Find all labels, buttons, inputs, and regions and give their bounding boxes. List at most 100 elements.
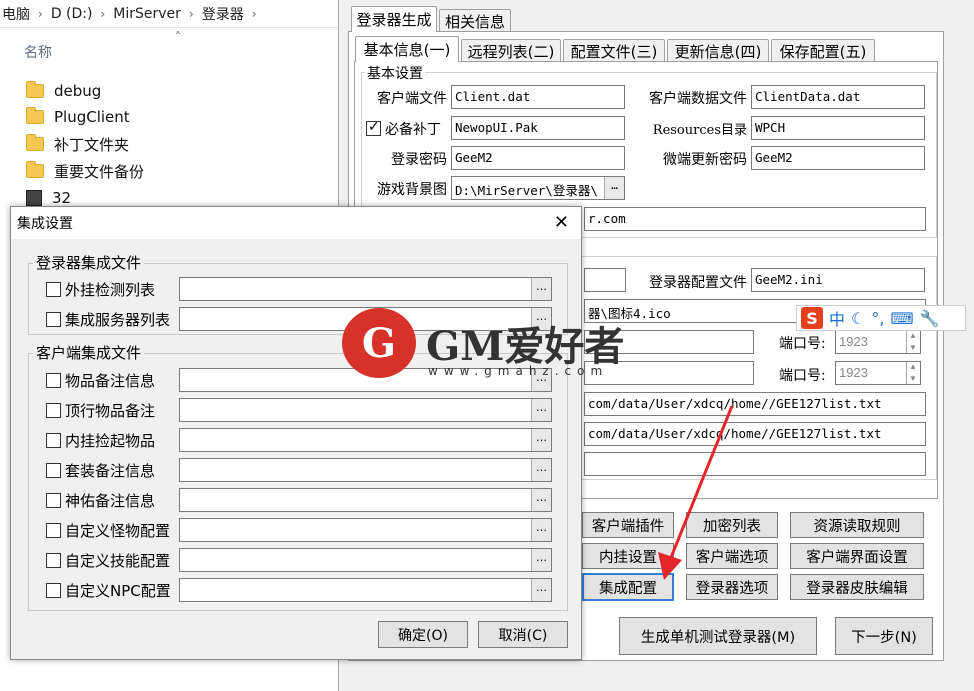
file-path-field[interactable]: … (179, 548, 552, 572)
browse-button[interactable]: … (531, 429, 551, 451)
next-step-button[interactable]: 下一步(N) (835, 617, 933, 655)
list-item[interactable]: PlugClient (26, 105, 130, 129)
file-path-field[interactable]: … (179, 398, 552, 422)
client-file-field[interactable]: Client.dat (451, 85, 625, 109)
resource-rules-button[interactable]: 资源读取规则 (790, 512, 924, 538)
browse-button[interactable]: … (531, 278, 551, 300)
file-path-field[interactable]: … (179, 277, 552, 301)
file-path-field[interactable]: … (179, 458, 552, 482)
checkbox[interactable] (46, 492, 61, 508)
wrench-icon[interactable]: 🔧 (920, 309, 940, 328)
punctuation-icon[interactable]: °, (871, 309, 884, 328)
resources-field[interactable]: WPCH (751, 116, 925, 140)
patch-checkbox[interactable] (366, 119, 381, 136)
taskbar-item[interactable]: 动还 (307, 658, 335, 678)
micro-update-password-field[interactable]: GeeM2 (751, 146, 925, 170)
file-path-field[interactable]: … (179, 578, 552, 602)
cancel-button[interactable]: 取消(C) (478, 621, 568, 648)
checkbox[interactable] (46, 402, 61, 418)
checkbox-row[interactable]: 自定义怪物配置 (46, 518, 170, 542)
breadcrumb-item[interactable]: MirServer (113, 6, 181, 22)
checkbox-row[interactable]: 自定义技能配置 (46, 548, 170, 572)
generate-test-launcher-button[interactable]: 生成单机测试登录器(M) (619, 617, 817, 655)
extra-url-field[interactable] (584, 452, 926, 476)
tab-update-info[interactable]: 更新信息(四) (667, 39, 769, 62)
breadcrumb-item[interactable]: D (D:) (51, 6, 93, 22)
chevron-right-icon[interactable]: › (38, 7, 43, 21)
list-item[interactable]: 补丁文件夹 (26, 132, 129, 156)
browse-button[interactable]: … (531, 459, 551, 481)
checkbox-row[interactable]: 顶行物品备注 (46, 398, 155, 422)
port-stepper[interactable]: 1923 (835, 330, 921, 354)
launcher-config-field[interactable]: GeeM2.ini (751, 268, 925, 292)
client-data-field[interactable]: ClientData.dat (751, 85, 925, 109)
checkbox[interactable] (46, 582, 61, 598)
launcher-skin-edit-button[interactable]: 登录器皮肤编辑 (790, 574, 924, 600)
field-label: 游戏背景图 (377, 182, 447, 198)
browse-button[interactable]: … (531, 399, 551, 421)
chevron-right-icon[interactable]: › (189, 7, 194, 21)
checkbox[interactable] (46, 372, 61, 388)
chevron-right-icon[interactable]: › (252, 7, 257, 21)
checkbox[interactable] (46, 462, 61, 478)
checkbox-row[interactable]: 自定义NPC配置 (46, 578, 171, 602)
list-item[interactable]: debug (26, 79, 101, 103)
taskbar-item[interactable]: GOM1108... (192, 658, 275, 674)
server-list-url-field[interactable]: com/data/User/xdcq/home//GEE127list.txt (584, 392, 926, 416)
checkbox-row[interactable]: 集成服务器列表 (46, 307, 170, 331)
checkbox-row[interactable]: 内挂捡起物品 (46, 428, 155, 452)
client-ui-settings-button[interactable]: 客户端界面设置 (790, 543, 924, 569)
tab-related-info[interactable]: 相关信息 (439, 9, 511, 32)
file-path-field[interactable]: … (179, 428, 552, 452)
patch-field[interactable]: NewopUI.Pak (451, 116, 625, 140)
field-label: 客户端数据文件 (649, 91, 747, 107)
dialog-title: 集成设置 (17, 216, 73, 232)
tab-save-config[interactable]: 保存配置(五) (771, 39, 875, 62)
list-item[interactable]: 重要文件备份 (26, 159, 144, 183)
ime-mode[interactable]: 中 (829, 306, 845, 330)
file-path-field[interactable]: … (179, 518, 552, 542)
backup-list-url-field[interactable]: com/data/User/xdcq/home//GEE127list.txt (584, 422, 926, 446)
spin-icon[interactable] (906, 331, 920, 353)
checkbox-row[interactable]: 神佑备注信息 (46, 488, 155, 512)
checkbox-row[interactable]: 物品备注信息 (46, 368, 155, 392)
spin-icon[interactable] (906, 362, 920, 384)
breadcrumb-item[interactable]: 登录器 (202, 4, 244, 24)
browse-button[interactable]: … (531, 519, 551, 541)
checkbox[interactable] (46, 522, 61, 538)
close-icon[interactable]: ✕ (554, 212, 569, 233)
checkbox-row[interactable]: 套装备注信息 (46, 458, 155, 482)
checkbox[interactable] (46, 311, 61, 327)
field-label: Resources目录 (652, 123, 747, 138)
watermark-url: www.gmahz.com (428, 364, 609, 378)
login-password-field[interactable]: GeeM2 (451, 146, 625, 170)
checkbox[interactable] (46, 432, 61, 448)
brand-logo-icon: G (342, 308, 416, 378)
tab-remote-list[interactable]: 远程列表(二) (461, 39, 561, 62)
checkbox[interactable] (46, 281, 61, 297)
group-title: 客户端集成文件 (33, 342, 145, 363)
browse-button[interactable]: … (531, 549, 551, 571)
chevron-right-icon[interactable]: › (100, 7, 105, 21)
browse-button[interactable]: … (531, 579, 551, 601)
sort-up-icon[interactable]: ˄ (175, 30, 181, 44)
url-field[interactable]: r.com (584, 207, 926, 231)
address-field[interactable] (584, 268, 626, 292)
keyboard-icon[interactable]: ⌨ (890, 309, 913, 328)
checkbox-row[interactable]: 外挂检测列表 (46, 277, 155, 301)
ok-button[interactable]: 确定(O) (378, 621, 468, 648)
tab-basic-info[interactable]: 基本信息(一) (355, 36, 459, 62)
checkbox[interactable] (46, 552, 61, 568)
browse-button[interactable]: … (604, 177, 624, 199)
browse-button[interactable]: … (531, 489, 551, 511)
port-stepper[interactable]: 1923 (835, 361, 921, 385)
field-label: 登录器配置文件 (649, 275, 747, 291)
breadcrumb-item[interactable]: 电脑 (2, 4, 30, 24)
ime-toolbar[interactable]: S 中 ☾ °, ⌨ 🔧 (796, 305, 966, 331)
moon-icon[interactable]: ☾ (851, 309, 865, 328)
tab-launcher-generate[interactable]: 登录器生成 (351, 6, 437, 32)
name-column-header[interactable]: 名称 (24, 42, 52, 62)
background-image-field[interactable]: D:\MirServer\登录器\… (451, 176, 625, 200)
tab-config-files[interactable]: 配置文件(三) (563, 39, 665, 62)
file-path-field[interactable]: … (179, 488, 552, 512)
